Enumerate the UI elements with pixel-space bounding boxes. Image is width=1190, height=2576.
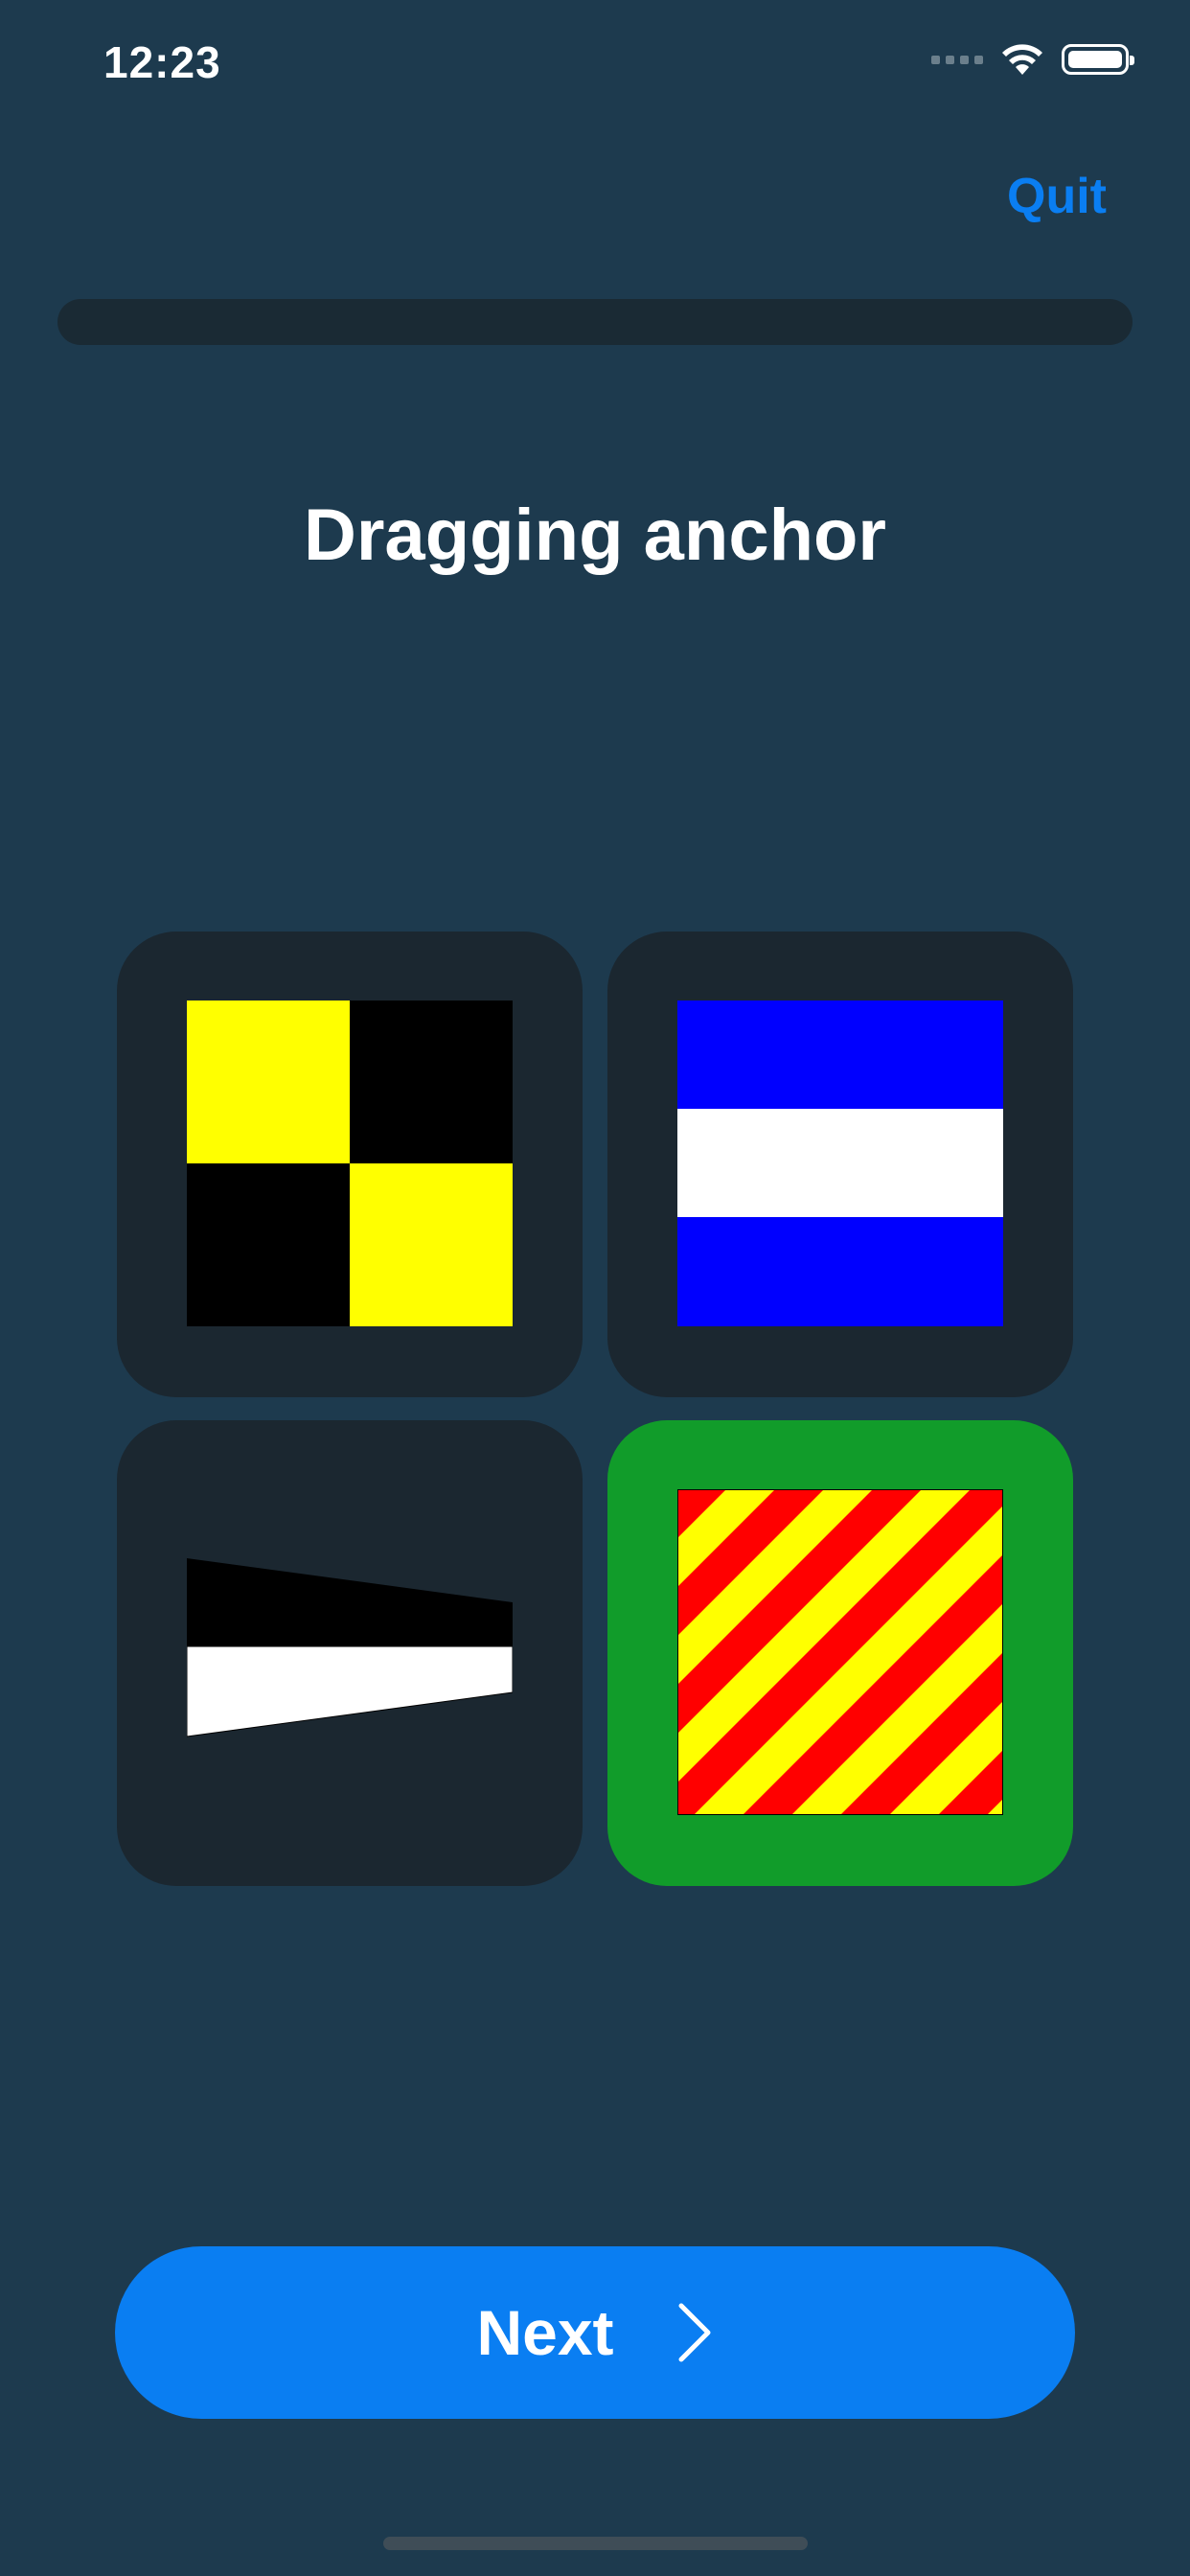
next-button-label: Next [476,2297,614,2368]
wifi-icon [1002,44,1042,75]
status-time: 12:23 [103,37,221,87]
answer-tile-j[interactable] [607,932,1073,1397]
status-bar: 12:23 [0,0,1190,134]
pennant-flag-icon [187,1558,513,1737]
battery-icon [1062,44,1134,75]
answer-grid [117,932,1073,1886]
quit-button[interactable]: Quit [1007,168,1107,225]
home-indicator [383,2537,808,2550]
progress-bar [57,299,1133,345]
flag-y-icon [677,1489,1003,1815]
answer-tile-y[interactable] [607,1420,1073,1886]
answer-tile-pennant[interactable] [117,1420,583,1886]
chevron-right-icon [678,2303,711,2362]
cellular-signal-icon [931,55,983,64]
question-prompt: Dragging anchor [303,494,887,576]
status-icons [931,42,1134,77]
flag-j-icon [677,1000,1003,1326]
flag-l-icon [187,1000,513,1326]
answer-tile-l[interactable] [117,932,583,1397]
next-button[interactable]: Next [115,2246,1075,2419]
